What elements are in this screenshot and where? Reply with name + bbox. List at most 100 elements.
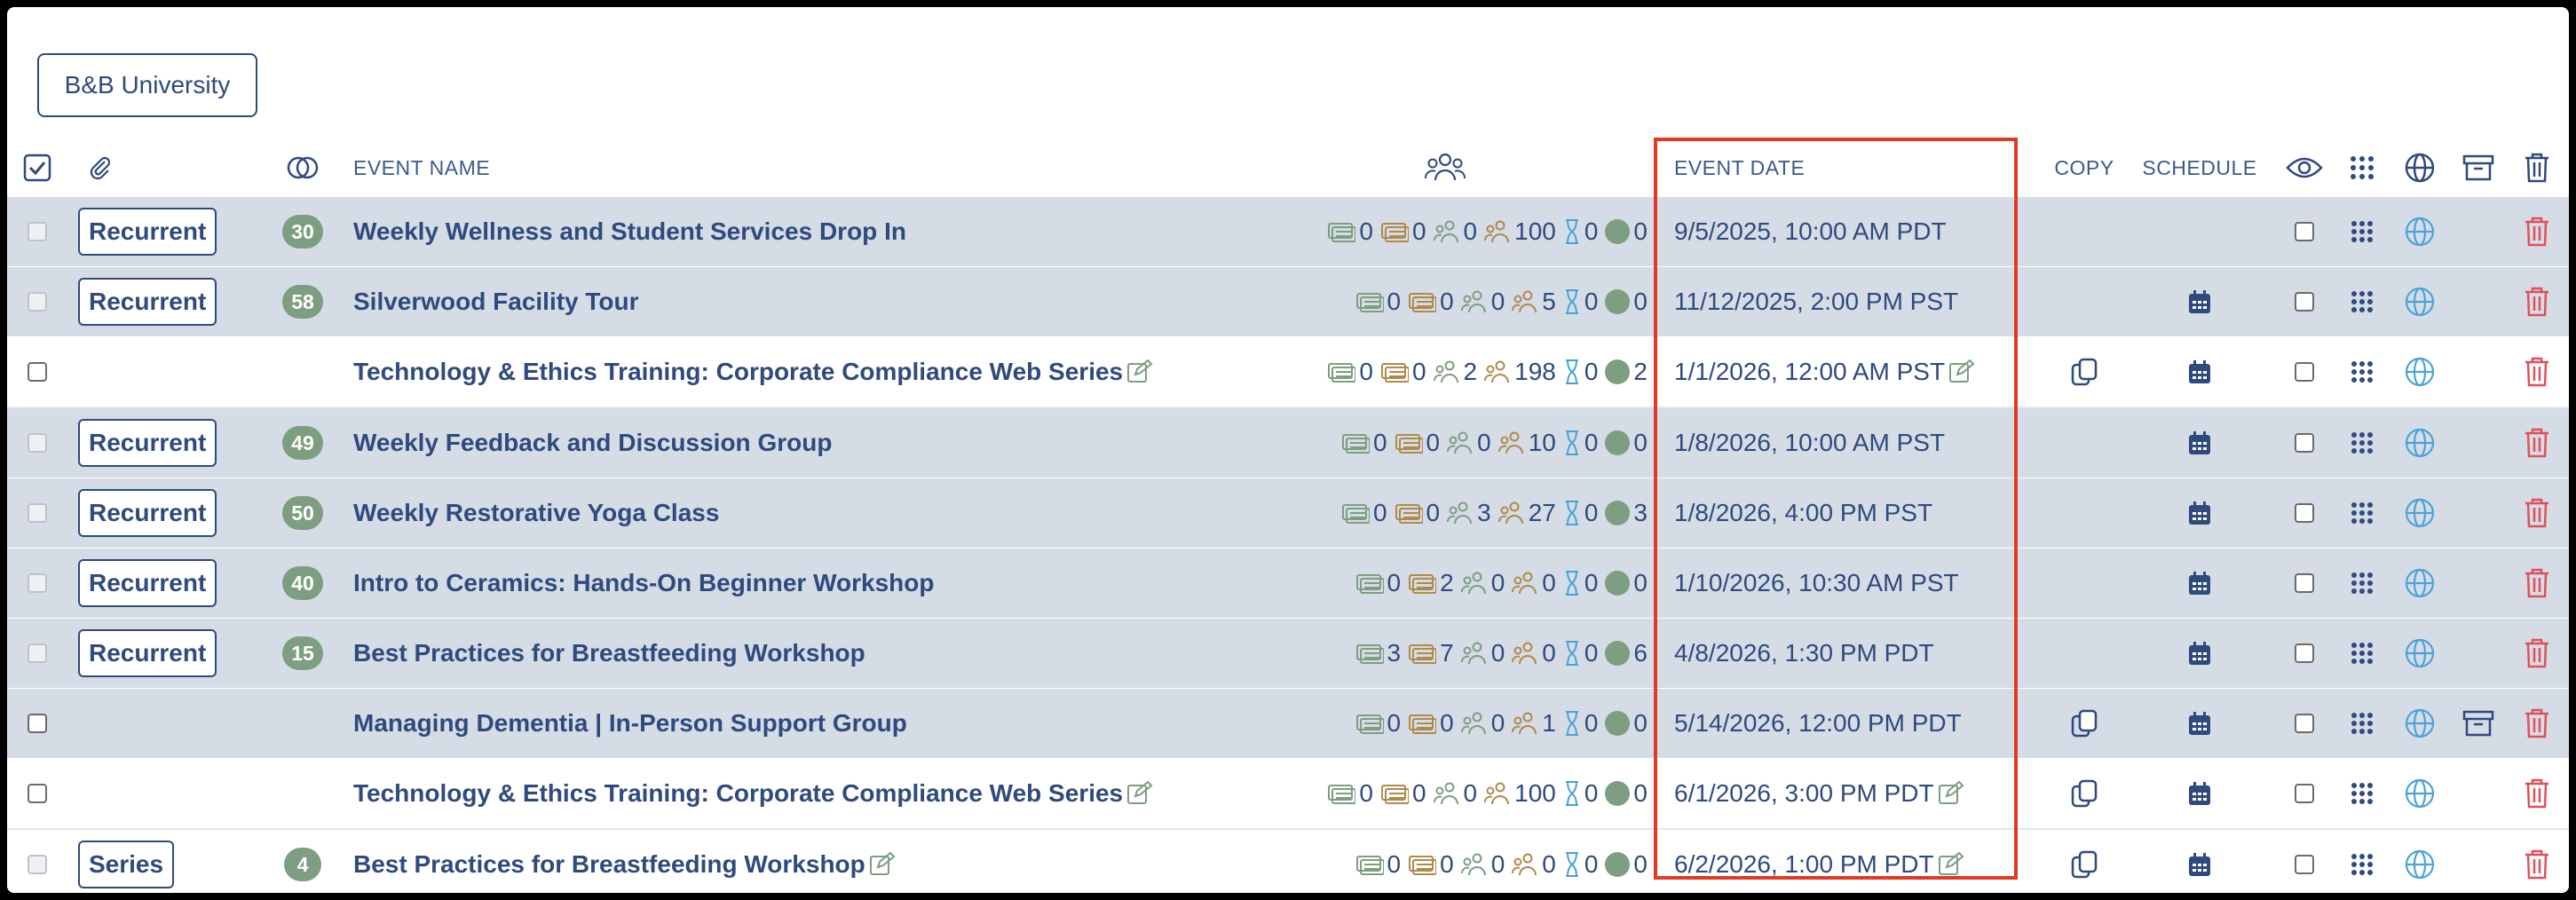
row-select[interactable] [16,549,59,618]
grid-dots-icon[interactable] [2351,501,2374,525]
globe-icon[interactable] [2404,216,2436,248]
trash-icon[interactable] [2524,707,2550,739]
event-name-link[interactable]: Weekly Wellness and Student Services Dro… [353,217,906,246]
trash-icon[interactable] [2524,849,2550,880]
event-name-cell[interactable]: Weekly Feedback and Discussion Group [353,408,1232,478]
trash-icon[interactable] [2524,286,2550,318]
copy-icon[interactable] [2071,709,2098,738]
archive-icon[interactable] [2462,709,2494,738]
event-type-badge[interactable]: Recurrent [78,629,217,677]
trash-icon[interactable] [2524,497,2550,529]
event-type-badge[interactable]: Series [78,841,175,888]
event-name-link[interactable]: Weekly Feedback and Discussion Group [353,429,832,457]
row-checkbox[interactable] [28,784,47,803]
row-select[interactable] [16,759,59,828]
visibility-checkbox[interactable] [2295,362,2314,382]
row-checkbox[interactable] [28,222,47,241]
row-checkbox[interactable] [28,714,47,733]
edit-icon[interactable] [1126,780,1153,807]
grid-dots-icon[interactable] [2351,782,2374,805]
copy-icon[interactable] [2071,358,2098,386]
visibility-checkbox[interactable] [2295,433,2314,453]
grid-dots-icon[interactable] [2351,572,2374,595]
calendar-icon[interactable] [2187,710,2212,737]
grid-dots-icon[interactable] [2351,642,2374,665]
calendar-icon[interactable] [2187,780,2212,807]
row-checkbox[interactable] [28,292,47,312]
organization-filter-button[interactable]: B&B University [37,53,257,117]
row-select[interactable] [16,689,59,758]
calendar-icon[interactable] [2187,500,2212,526]
row-checkbox[interactable] [28,362,47,382]
event-name-link[interactable]: Managing Dementia | In-Person Support Gr… [353,709,907,738]
event-name-cell[interactable]: Technology & Ethics Training: Corporate … [353,759,1232,828]
trash-icon[interactable] [2524,356,2550,388]
globe-icon[interactable] [2404,849,2436,880]
grid-dots-icon[interactable] [2351,712,2374,735]
globe-icon[interactable] [2404,707,2436,739]
event-date-header[interactable]: EVENT DATE [1674,138,2020,197]
event-name-link[interactable]: Best Practices for Breastfeeding Worksho… [353,850,865,879]
edit-icon[interactable] [1938,851,1964,878]
row-select[interactable] [16,337,59,407]
row-checkbox[interactable] [28,573,47,593]
row-select[interactable] [16,478,59,548]
grid-dots-icon[interactable] [2351,220,2374,243]
row-checkbox[interactable] [28,503,47,523]
event-type-badge[interactable]: Recurrent [78,208,217,256]
globe-icon[interactable] [2404,637,2436,669]
event-name-link[interactable]: Silverwood Facility Tour [353,288,639,316]
globe-icon[interactable] [2404,778,2436,809]
trash-icon[interactable] [2524,427,2550,459]
row-checkbox[interactable] [28,855,47,874]
event-type-badge[interactable]: Recurrent [78,489,217,537]
globe-icon[interactable] [2404,427,2436,459]
row-select[interactable] [16,267,59,336]
visibility-checkbox[interactable] [2295,222,2314,241]
copy-icon[interactable] [2071,779,2098,808]
select-all-checkbox[interactable] [16,138,59,197]
globe-icon[interactable] [2404,497,2436,529]
grid-dots-icon[interactable] [2351,853,2374,876]
event-name-cell[interactable]: Best Practices for Breastfeeding Worksho… [353,619,1232,688]
event-name-link[interactable]: Weekly Restorative Yoga Class [353,499,719,527]
event-name-cell[interactable]: Weekly Wellness and Student Services Dro… [353,197,1232,266]
event-name-cell[interactable]: Best Practices for Breastfeeding Worksho… [353,830,1232,893]
visibility-checkbox[interactable] [2295,784,2314,803]
edit-icon[interactable] [869,851,896,878]
edit-icon[interactable] [1938,780,1964,807]
event-name-link[interactable]: Intro to Ceramics: Hands-On Beginner Wor… [353,569,934,597]
calendar-icon[interactable] [2187,430,2212,456]
event-name-header[interactable]: EVENT NAME [353,138,1232,197]
grid-dots-icon[interactable] [2351,431,2374,454]
event-name-cell[interactable]: Silverwood Facility Tour [353,267,1232,336]
row-select[interactable] [16,197,59,266]
calendar-icon[interactable] [2187,288,2212,315]
row-checkbox[interactable] [28,433,47,453]
event-name-cell[interactable]: Intro to Ceramics: Hands-On Beginner Wor… [353,549,1232,618]
visibility-checkbox[interactable] [2295,714,2314,733]
copy-icon[interactable] [2071,850,2098,879]
globe-icon[interactable] [2404,286,2436,318]
row-checkbox[interactable] [28,643,47,663]
calendar-icon[interactable] [2187,570,2212,596]
row-select[interactable] [16,408,59,478]
trash-icon[interactable] [2524,567,2550,599]
event-name-link[interactable]: Technology & Ethics Training: Corporate … [353,779,1123,808]
row-select[interactable] [16,830,59,893]
visibility-checkbox[interactable] [2295,503,2314,523]
event-type-badge[interactable]: Recurrent [78,419,217,467]
trash-icon[interactable] [2524,216,2550,248]
grid-dots-icon[interactable] [2351,290,2374,313]
calendar-icon[interactable] [2187,640,2212,667]
event-name-link[interactable]: Best Practices for Breastfeeding Worksho… [353,639,865,667]
calendar-icon[interactable] [2187,851,2212,878]
grid-dots-icon[interactable] [2351,360,2374,383]
event-name-link[interactable]: Technology & Ethics Training: Corporate … [353,358,1123,386]
edit-icon[interactable] [1126,359,1153,385]
calendar-icon[interactable] [2187,359,2212,385]
globe-icon[interactable] [2404,567,2436,599]
edit-icon[interactable] [1948,359,1975,385]
visibility-checkbox[interactable] [2295,292,2314,312]
trash-icon[interactable] [2524,637,2550,669]
